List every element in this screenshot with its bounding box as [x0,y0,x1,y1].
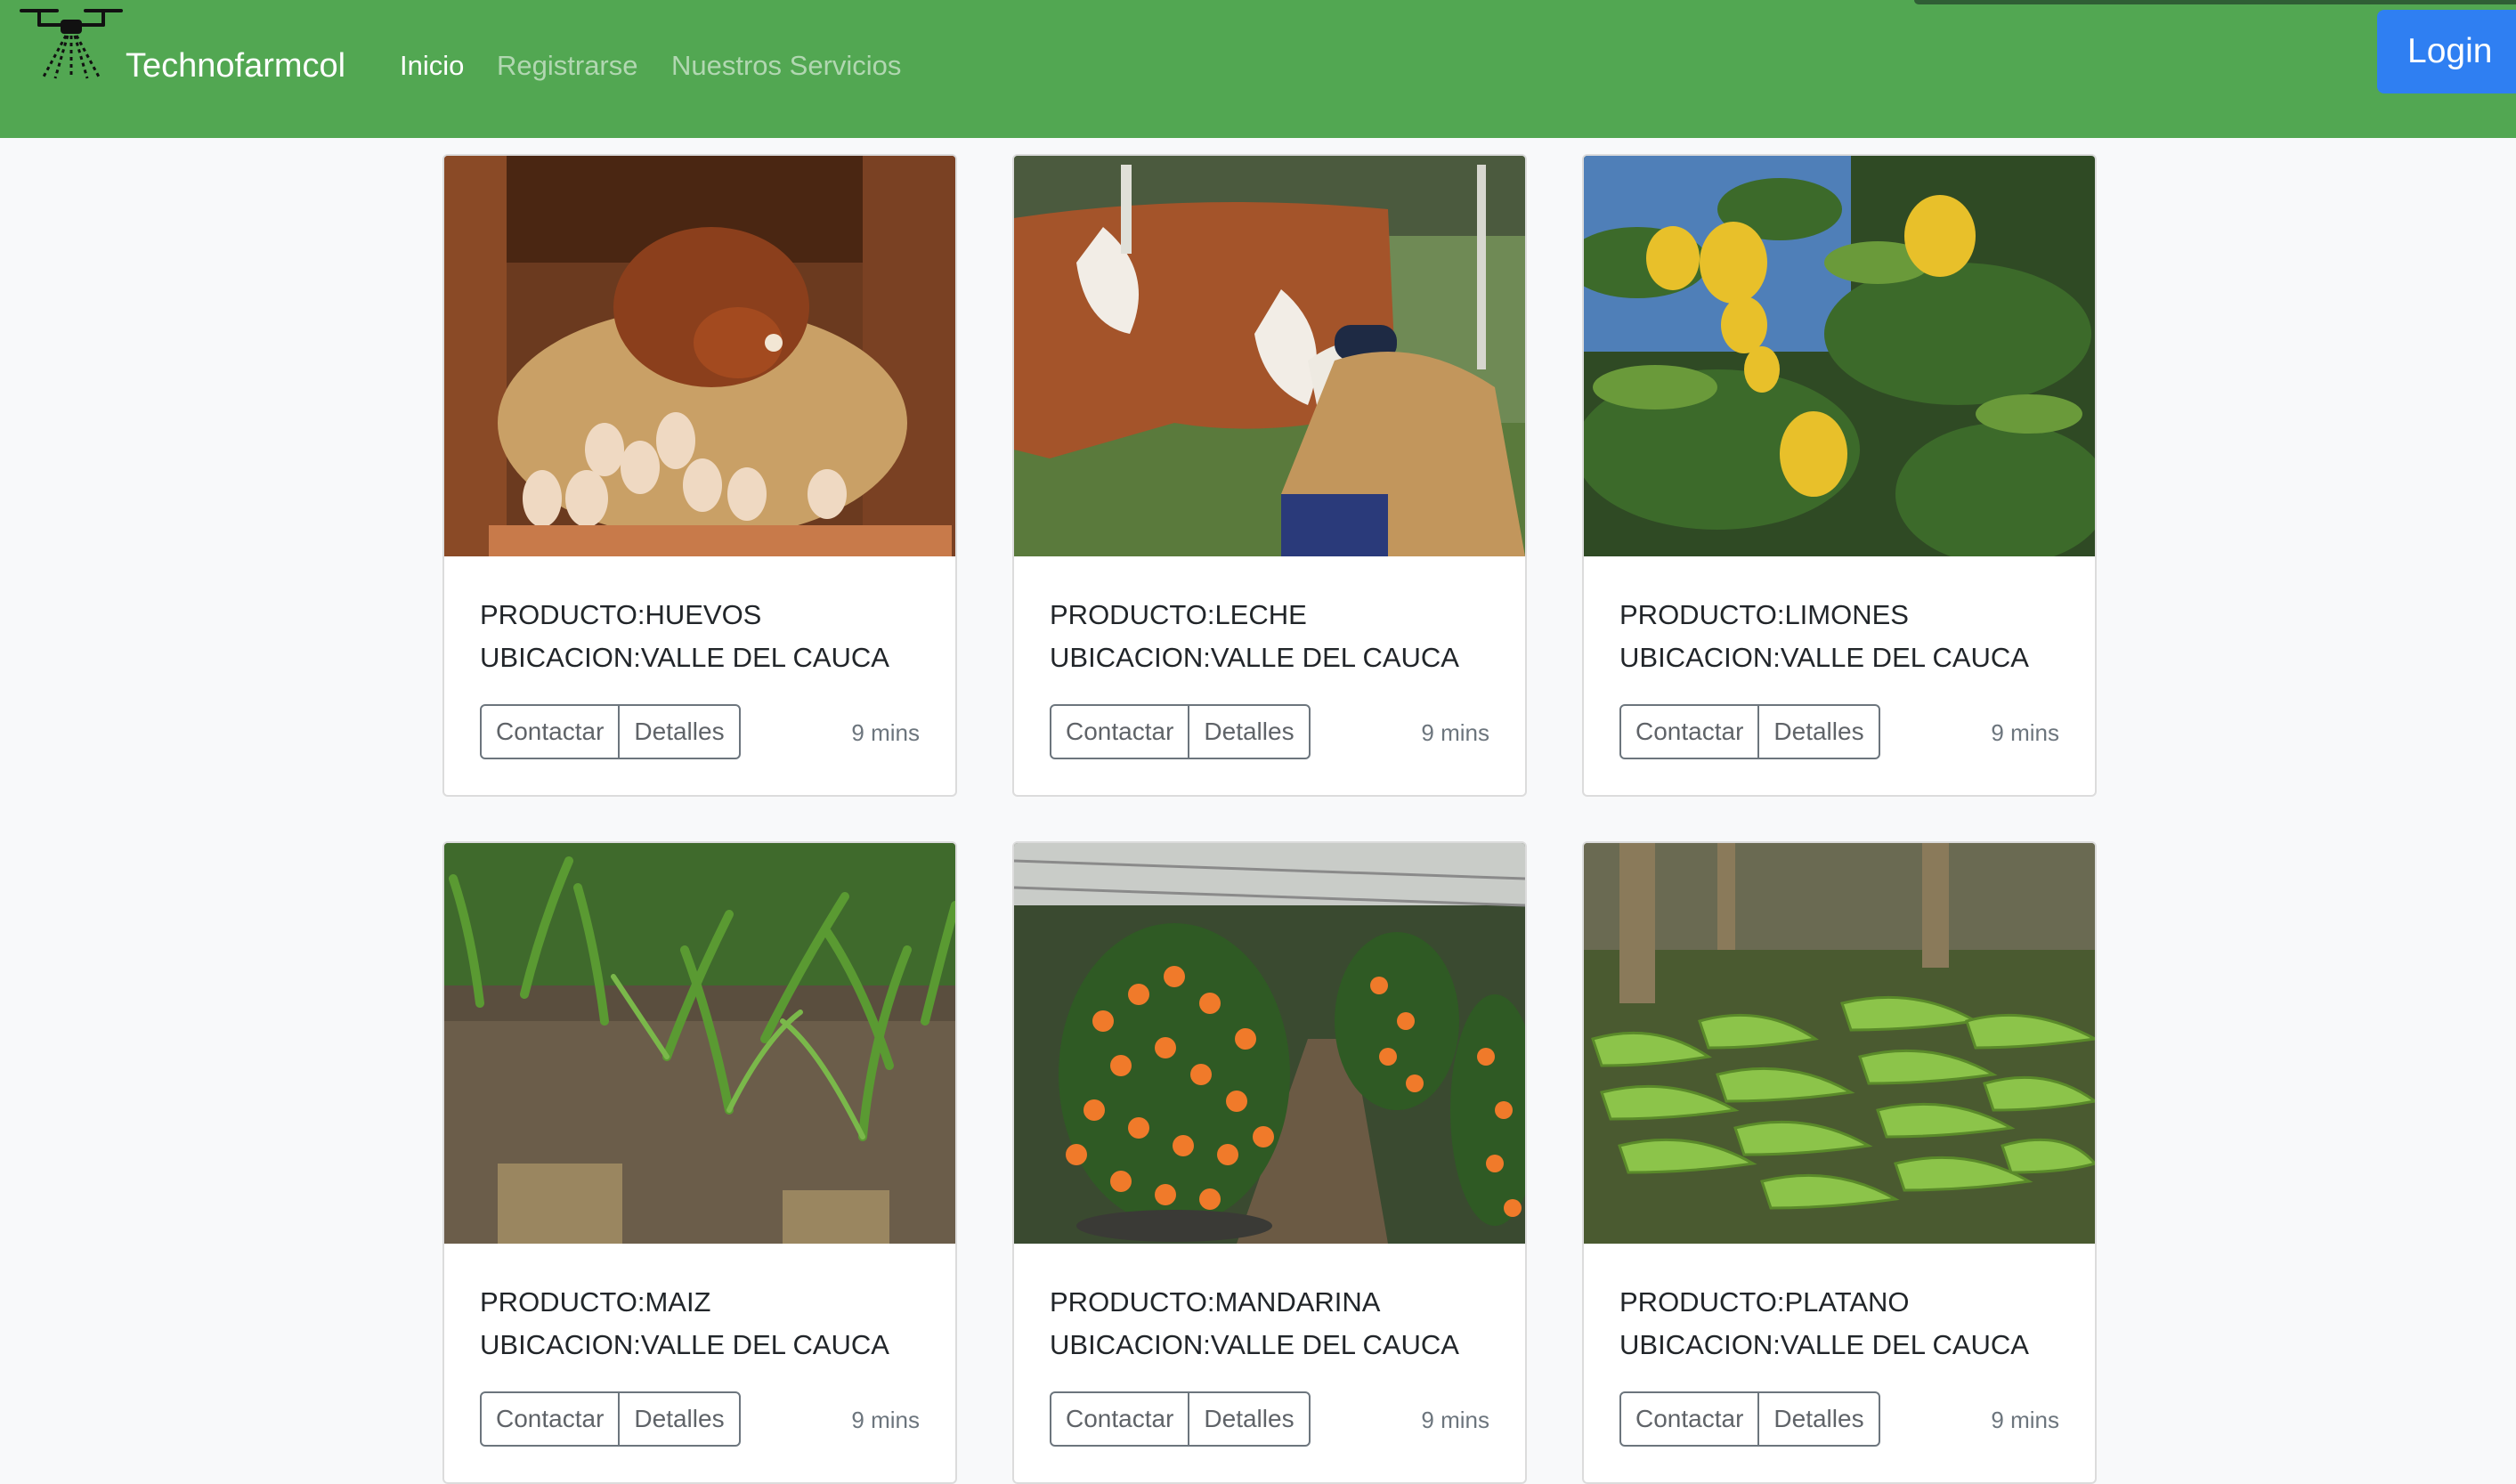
mandarin-trees-photo [1014,843,1525,1244]
card-text: PRODUCTO:HUEVOS UBICACION:VALLE DEL CAUC… [480,594,889,679]
contactar-button[interactable]: Contactar [1050,1391,1190,1447]
lemon-tree-photo [1584,156,2095,556]
product-card-platano: PRODUCTO:PLATANO UBICACION:VALLE DEL CAU… [1582,841,2097,1484]
product-label: PRODUCTO:HUEVOS [480,599,762,630]
hen-with-eggs-photo [444,156,955,556]
card-text: PRODUCTO:LIMONES UBICACION:VALLE DEL CAU… [1619,594,2029,679]
brand-name[interactable]: Technofarmcol [126,41,345,91]
card-text: PRODUCTO:MANDARINA UBICACION:VALLE DEL C… [1050,1281,1459,1366]
card-actions: Contactar Detalles [1619,1391,1880,1447]
location-label: UBICACION:VALLE DEL CAUCA [1050,642,1459,673]
detalles-button[interactable]: Detalles [1188,704,1311,759]
detalles-button[interactable]: Detalles [1757,1391,1880,1447]
product-label: PRODUCTO:LECHE [1050,599,1307,630]
detalles-button[interactable]: Detalles [618,704,741,759]
navbar: Technofarmcol Inicio Registrarse Nuestro… [0,0,2516,138]
plantain-bunches-photo [1584,843,2095,1244]
card-text: PRODUCTO:MAIZ UBICACION:VALLE DEL CAUCA [480,1281,889,1366]
nav-link-registrarse[interactable]: Registrarse [497,45,638,87]
contactar-button[interactable]: Contactar [1050,704,1190,759]
corn-field-photo [444,843,955,1244]
time-label: 9 mins [1421,1407,1489,1433]
product-card-huevos: PRODUCTO:HUEVOS UBICACION:VALLE DEL CAUC… [442,154,957,797]
product-card-mandarina: PRODUCTO:MANDARINA UBICACION:VALLE DEL C… [1012,841,1527,1484]
time-label: 9 mins [1991,1407,2059,1433]
nav-link-inicio[interactable]: Inicio [400,45,464,87]
product-label: PRODUCTO:LIMONES [1619,599,1909,630]
product-label: PRODUCTO:MANDARINA [1050,1286,1381,1318]
milking-cow-photo [1014,156,1525,556]
drone-sprayer-icon[interactable] [18,5,125,82]
card-actions: Contactar Detalles [1050,704,1311,759]
card-actions: Contactar Detalles [1619,704,1880,759]
detalles-button[interactable]: Detalles [618,1391,741,1447]
login-button[interactable]: Login [2377,10,2516,93]
card-text: PRODUCTO:LECHE UBICACION:VALLE DEL CAUCA [1050,594,1459,679]
product-card-limones: PRODUCTO:LIMONES UBICACION:VALLE DEL CAU… [1582,154,2097,797]
nav-link-nuestros-servicios[interactable]: Nuestros Servicios [671,45,901,87]
time-label: 9 mins [1421,719,1489,746]
card-actions: Contactar Detalles [480,1391,741,1447]
contactar-button[interactable]: Contactar [1619,704,1760,759]
time-label: 9 mins [851,719,920,746]
location-label: UBICACION:VALLE DEL CAUCA [480,642,889,673]
card-actions: Contactar Detalles [1050,1391,1311,1447]
contactar-button[interactable]: Contactar [1619,1391,1760,1447]
location-label: UBICACION:VALLE DEL CAUCA [1619,1329,2029,1360]
detalles-button[interactable]: Detalles [1757,704,1880,759]
location-label: UBICACION:VALLE DEL CAUCA [1050,1329,1459,1360]
contactar-button[interactable]: Contactar [480,1391,621,1447]
time-label: 9 mins [1991,719,2059,746]
card-actions: Contactar Detalles [480,704,741,759]
nav-top-divider [1914,0,2516,4]
product-label: PRODUCTO:MAIZ [480,1286,711,1318]
time-label: 9 mins [851,1407,920,1433]
location-label: UBICACION:VALLE DEL CAUCA [480,1329,889,1360]
product-card-maiz: PRODUCTO:MAIZ UBICACION:VALLE DEL CAUCA … [442,841,957,1484]
detalles-button[interactable]: Detalles [1188,1391,1311,1447]
card-text: PRODUCTO:PLATANO UBICACION:VALLE DEL CAU… [1619,1281,2029,1366]
location-label: UBICACION:VALLE DEL CAUCA [1619,642,2029,673]
product-label: PRODUCTO:PLATANO [1619,1286,1910,1318]
contactar-button[interactable]: Contactar [480,704,621,759]
product-card-leche: PRODUCTO:LECHE UBICACION:VALLE DEL CAUCA… [1012,154,1527,797]
